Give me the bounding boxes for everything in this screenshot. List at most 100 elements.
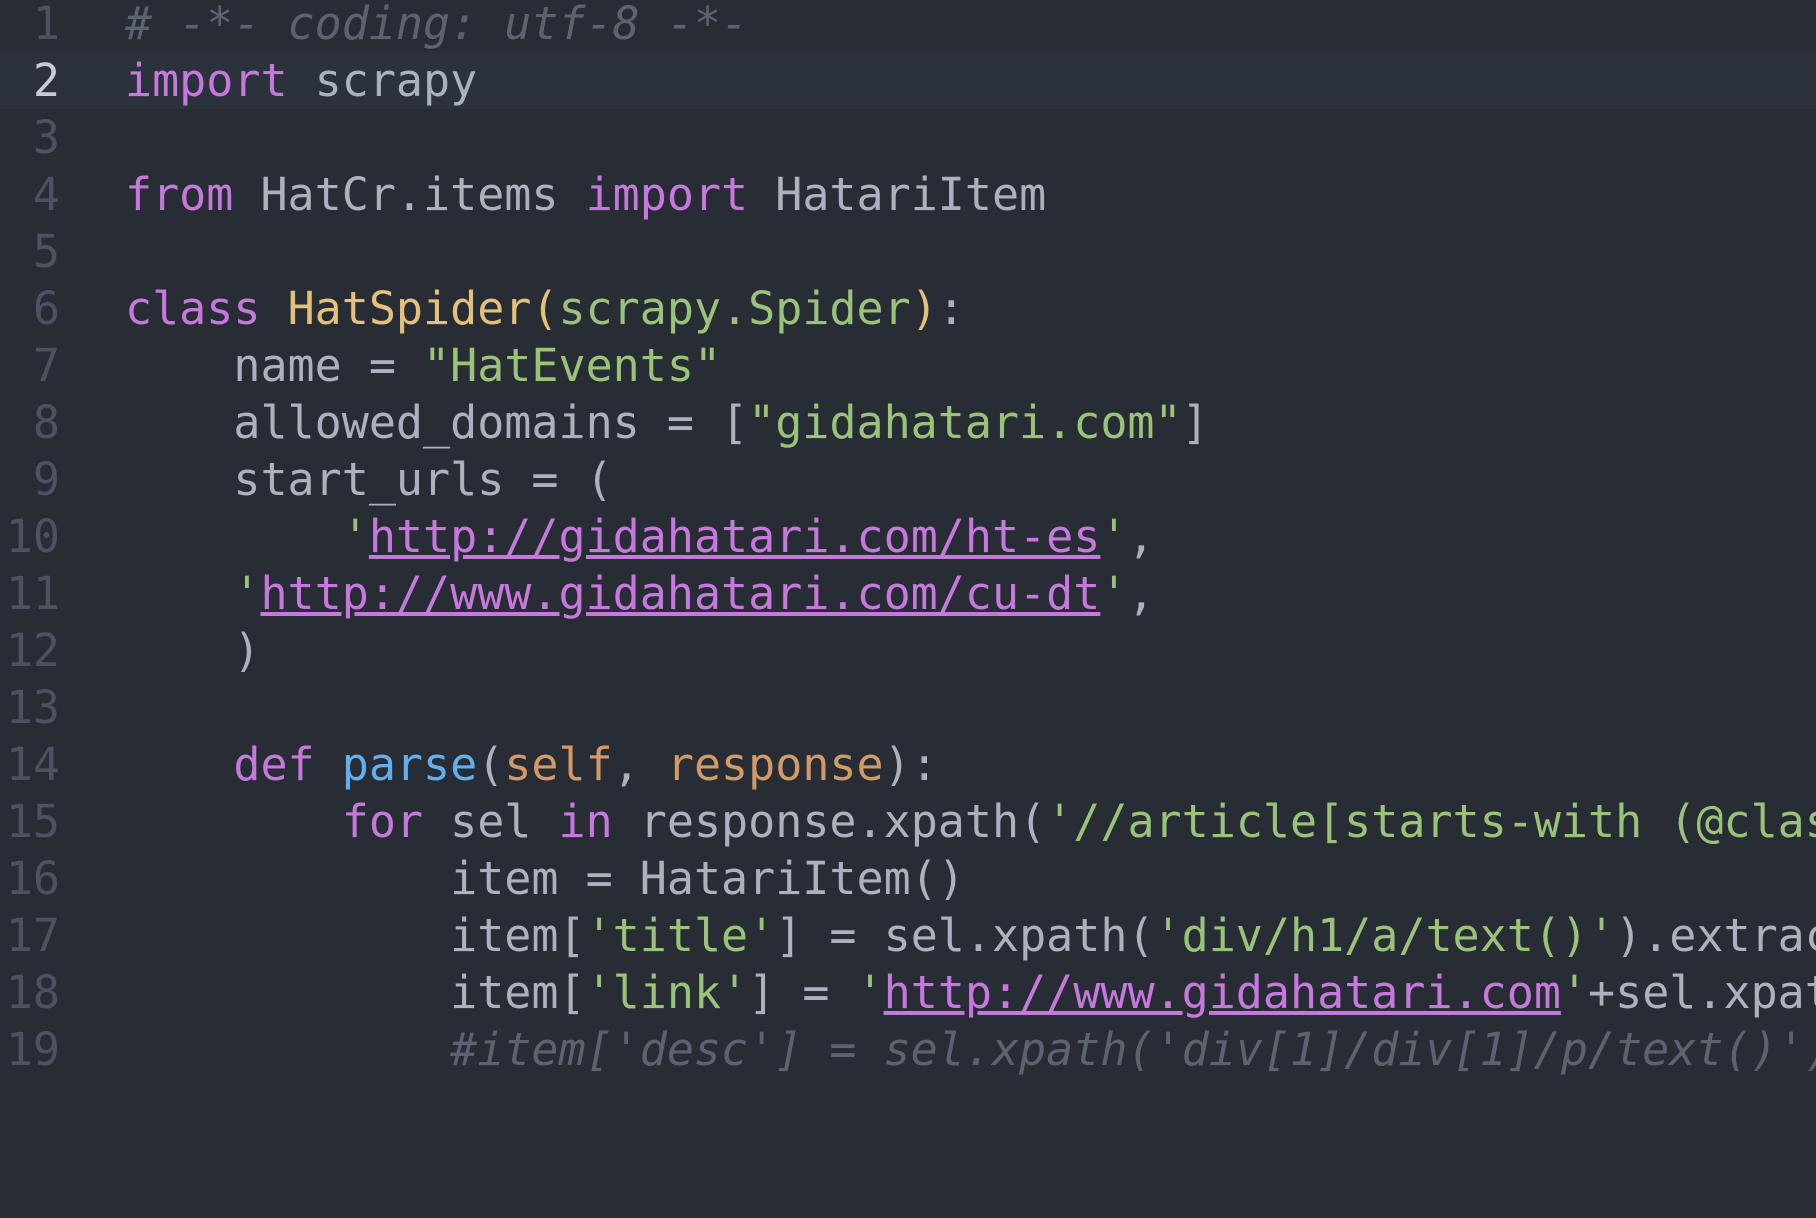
code-line[interactable]: 8 allowed_domains = ["gidahatari.com"] bbox=[0, 394, 1816, 451]
line-number: 19 bbox=[5, 1023, 60, 1076]
code-text[interactable]: from HatCr.items import HatariItem bbox=[125, 166, 1046, 223]
code-token: ] = bbox=[748, 966, 857, 1019]
code-token: ).extract bbox=[1615, 909, 1816, 962]
code-line[interactable]: 12 ) bbox=[0, 622, 1816, 679]
code-line[interactable]: 14 def parse(self, response): bbox=[0, 736, 1816, 793]
code-text[interactable]: start_urls = ( bbox=[125, 451, 612, 508]
code-token: response bbox=[666, 738, 884, 791]
code-token: , bbox=[612, 738, 667, 791]
code-text[interactable]: allowed_domains = ["gidahatari.com"] bbox=[125, 394, 1209, 451]
code-token: +sel.xpath bbox=[1588, 966, 1816, 1019]
code-token: import bbox=[585, 168, 749, 221]
code-token: scrapy bbox=[287, 54, 478, 107]
code-line[interactable]: 19 #item['desc'] = sel.xpath('div[1]/div… bbox=[0, 1021, 1816, 1078]
code-token: response.xpath( bbox=[612, 795, 1047, 848]
code-text[interactable]: def parse(self, response): bbox=[125, 736, 938, 793]
code-token: , bbox=[1127, 510, 1155, 563]
code-text[interactable]: # -*- coding: utf-8 -*- bbox=[125, 0, 748, 52]
url-link[interactable]: http://gidahatari.com/ht-es bbox=[369, 510, 1101, 563]
code-token: self bbox=[504, 738, 613, 791]
code-text[interactable]: 'http://www.gidahatari.com/cu-dt', bbox=[125, 565, 1155, 622]
code-token: ) bbox=[125, 624, 261, 677]
code-text[interactable]: 'http://gidahatari.com/ht-es', bbox=[125, 508, 1155, 565]
code-token: scrapy.Spider bbox=[558, 282, 911, 335]
line-number: 1 bbox=[32, 0, 60, 50]
code-text[interactable]: import scrapy bbox=[125, 52, 477, 109]
code-token: name = bbox=[125, 339, 424, 392]
code-line[interactable]: 1 # -*- coding: utf-8 -*- bbox=[0, 0, 1816, 52]
code-text[interactable]: #item['desc'] = sel.xpath('div[1]/div[1]… bbox=[125, 1021, 1816, 1078]
code-token: "HatEvents" bbox=[423, 339, 722, 392]
code-token: parse bbox=[341, 738, 478, 791]
code-token: ' bbox=[1100, 510, 1128, 563]
code-editor[interactable]: 1 # -*- coding: utf-8 -*- 2 import scrapy 3 4… bbox=[0, 0, 1816, 1218]
code-token: HatCr.items bbox=[233, 168, 586, 221]
code-text[interactable]: item['link'] = 'http://www.gidahatari.co… bbox=[125, 964, 1816, 1021]
code-text[interactable]: item['title'] = sel.xpath('div/h1/a/text… bbox=[125, 907, 1816, 964]
line-number: 5 bbox=[32, 225, 60, 278]
code-line[interactable]: 17 item['title'] = sel.xpath('div/h1/a/t… bbox=[0, 907, 1816, 964]
code-token: # -*- coding: utf-8 -*- bbox=[125, 0, 749, 50]
code-token: HatariItem bbox=[748, 168, 1047, 221]
code-token: ' bbox=[233, 567, 261, 620]
code-line[interactable]: 13 bbox=[0, 679, 1816, 736]
code-token: , bbox=[1127, 567, 1155, 620]
url-link[interactable]: http://www.gidahatari.com bbox=[884, 966, 1561, 1019]
code-line[interactable]: 4 from HatCr.items import HatariItem bbox=[0, 166, 1816, 223]
url-link[interactable]: http://www.gidahatari.com/cu-dt bbox=[260, 567, 1100, 620]
code-line[interactable]: 18 item['link'] = 'http://www.gidahatari… bbox=[0, 964, 1816, 1021]
code-token: from bbox=[125, 168, 234, 221]
code-text[interactable]: ) bbox=[125, 622, 260, 679]
line-number: 16 bbox=[5, 852, 60, 905]
line-number: 17 bbox=[5, 909, 60, 962]
code-token: ) bbox=[910, 282, 938, 335]
code-line[interactable]: 6 class HatSpider(scrapy.Spider): bbox=[0, 280, 1816, 337]
code-token: "gidahatari.com" bbox=[748, 396, 1182, 449]
code-token: for bbox=[341, 795, 424, 848]
code-token: HatSpider( bbox=[287, 282, 559, 335]
code-token: : bbox=[937, 282, 965, 335]
line-number: 18 bbox=[5, 966, 60, 1019]
code-line[interactable]: 5 bbox=[0, 223, 1816, 280]
code-token: item[ bbox=[125, 966, 586, 1019]
code-text[interactable]: for sel in response.xpath('//article[sta… bbox=[125, 793, 1816, 850]
code-token: 'link' bbox=[585, 966, 749, 1019]
code-token: item[ bbox=[125, 909, 586, 962]
line-number: 8 bbox=[32, 396, 60, 449]
code-line[interactable]: 11 'http://www.gidahatari.com/cu-dt', bbox=[0, 565, 1816, 622]
line-number: 2 bbox=[32, 54, 60, 107]
line-number: 6 bbox=[32, 282, 60, 335]
code-line[interactable]: 15 for sel in response.xpath('//article[… bbox=[0, 793, 1816, 850]
code-token: import bbox=[125, 54, 288, 107]
line-number: 12 bbox=[5, 624, 60, 677]
code-token: def bbox=[233, 738, 315, 791]
code-line[interactable]: 3 bbox=[0, 109, 1816, 166]
code-text[interactable]: item = HatariItem() bbox=[125, 850, 965, 907]
code-token: item = HatariItem() bbox=[125, 852, 965, 905]
code-token: 'title' bbox=[585, 909, 776, 962]
code-token: ' bbox=[856, 966, 884, 1019]
code-line[interactable]: 7 name = "HatEvents" bbox=[0, 337, 1816, 394]
code-token: ' bbox=[1100, 567, 1128, 620]
code-token: allowed_domains = [ bbox=[125, 396, 749, 449]
line-number: 4 bbox=[32, 168, 60, 221]
code-text[interactable]: class HatSpider(scrapy.Spider): bbox=[125, 280, 965, 337]
line-number: 7 bbox=[32, 339, 60, 392]
code-token: ): bbox=[883, 738, 938, 791]
code-line[interactable]: 10 'http://gidahatari.com/ht-es', bbox=[0, 508, 1816, 565]
code-token: ] bbox=[1181, 396, 1209, 449]
code-token: ] = sel.xpath( bbox=[775, 909, 1155, 962]
code-line[interactable]: 16 item = HatariItem() bbox=[0, 850, 1816, 907]
code-token: in bbox=[558, 795, 613, 848]
code-line[interactable]: 2 import scrapy bbox=[0, 52, 1816, 109]
line-number: 9 bbox=[32, 453, 60, 506]
line-number: 13 bbox=[5, 681, 60, 734]
code-text[interactable]: name = "HatEvents" bbox=[125, 337, 721, 394]
code-line[interactable]: 9 start_urls = ( bbox=[0, 451, 1816, 508]
